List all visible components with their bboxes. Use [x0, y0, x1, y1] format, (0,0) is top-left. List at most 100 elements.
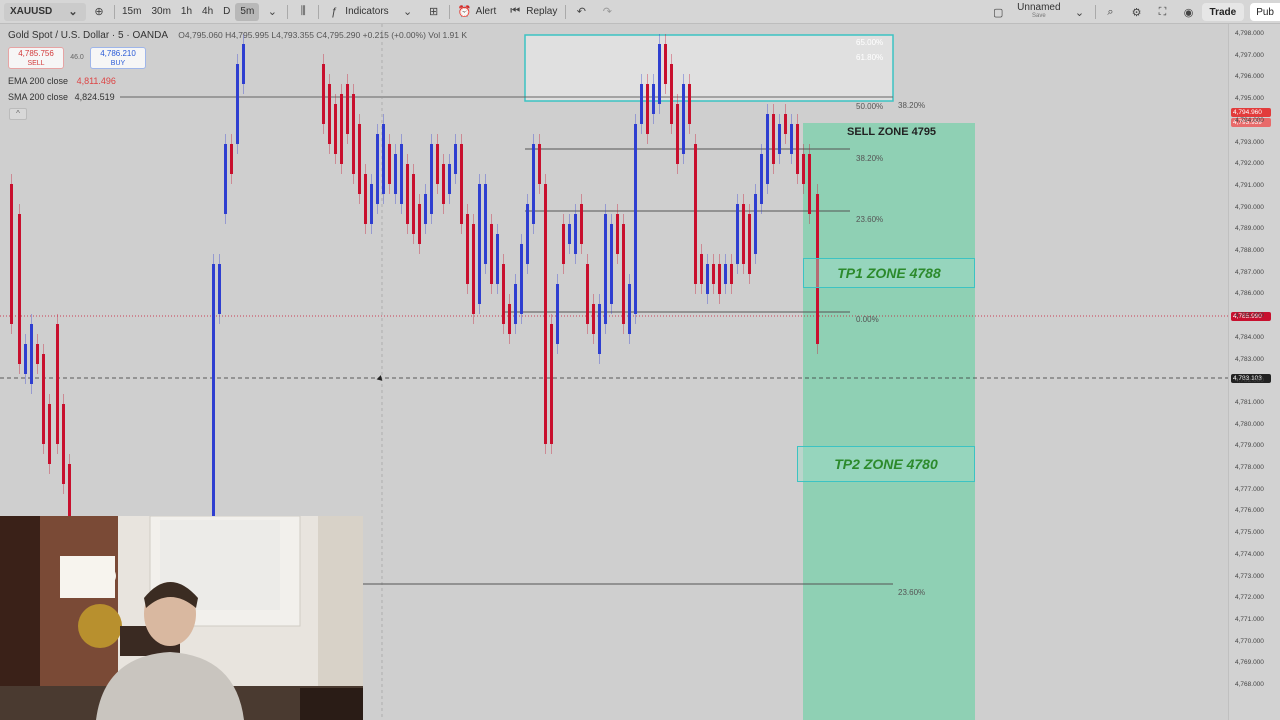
price-scale-label: 4,788.000	[1235, 247, 1264, 254]
price-scale-label: 4,779.000	[1235, 442, 1264, 450]
price-scale-label: 4,774.000	[1235, 550, 1264, 558]
chart-type-button[interactable]: ⫼	[290, 0, 316, 24]
sma-label: SMA 200 close	[8, 92, 69, 102]
ema-label: EMA 200 close	[8, 76, 69, 86]
price-scale-label: 4,784.000	[1235, 333, 1264, 341]
price-scale-label: 4,798.000	[1235, 30, 1264, 37]
sell-zone-area[interactable]	[803, 123, 975, 720]
divider	[318, 4, 320, 19]
price-scale-label: 4,772.000	[1235, 594, 1264, 602]
fib-label-618: 61.80%	[856, 53, 884, 62]
divider	[287, 4, 289, 19]
square-icon: ▢	[992, 6, 1004, 19]
snapshot-button[interactable]: ◉	[1176, 0, 1202, 24]
price-scale-label: 4,780.000	[1235, 420, 1264, 428]
chart-title: Gold Spot / U.S. Dollar · 5 · OANDA	[8, 30, 168, 41]
fullscreen-icon: ⛶	[1158, 5, 1167, 18]
replay-button[interactable]: ⏮ Replay	[502, 0, 563, 24]
rewind-icon: ⏮	[510, 5, 521, 17]
layout-toggle[interactable]: ▢	[985, 0, 1011, 24]
price-scale-label: 4,790.000	[1235, 203, 1264, 211]
buy-button[interactable]: 4,786.210 BUY	[90, 47, 146, 69]
ema-indicator[interactable]: EMA 200 close 4,811.496	[8, 76, 116, 86]
divider	[565, 4, 567, 19]
sma-indicator[interactable]: SMA 200 close 4,824.519	[8, 92, 115, 102]
fib-label-236-low: 23.60%	[898, 588, 926, 597]
sell-zone-label[interactable]: SELL ZONE 4795	[847, 126, 936, 138]
add-symbol-button[interactable]: ⊕	[86, 0, 112, 24]
undo-button[interactable]: ↶	[568, 0, 594, 24]
price-scale-label: 4,794.000	[1235, 116, 1264, 124]
timeframe-15m[interactable]: 15m	[117, 0, 146, 24]
price-scale-label: 4,795.000	[1235, 95, 1264, 103]
alert-button[interactable]: ⏰ Alert	[452, 0, 503, 24]
price-scale-label: 4,771.000	[1235, 615, 1264, 623]
price-scale-label: 4,773.000	[1235, 572, 1264, 580]
price-scale-label: 4,777.000	[1235, 485, 1264, 493]
timeframe-5m[interactable]: 5m	[235, 2, 260, 21]
ema-value: 4,811.496	[76, 76, 116, 86]
symbol-search[interactable]: XAUUSD ⌄	[4, 2, 86, 21]
webcam-overlay	[0, 516, 363, 720]
price-scale-label: 4,768.000	[1235, 681, 1264, 688]
plus-circle-icon: ⊕	[94, 6, 104, 18]
fib-label-236: 23.60%	[856, 215, 884, 224]
layouts-button[interactable]: ⊞	[421, 0, 447, 24]
chart-legend[interactable]: Gold Spot / U.S. Dollar · 5 · OANDA O4,7…	[8, 30, 467, 41]
price-scale-label: 4,775.000	[1235, 529, 1264, 537]
price-scale-label: 4,786.000	[1235, 290, 1264, 298]
trade-button[interactable]: Trade	[1201, 3, 1245, 21]
symbol-label: XAUUSD	[10, 6, 53, 17]
trading-app: XAUUSD ⌄ ⊕ 15m 30m 1h 4h D 5m ⌄ ⫼ ƒ Indi…	[0, 0, 1280, 720]
search-icon: ⌕	[1107, 5, 1114, 18]
alert-label: Alert	[475, 6, 497, 17]
sell-button[interactable]: 4,785.756 SELL	[8, 47, 64, 69]
fullscreen-button[interactable]: ⛶	[1150, 0, 1176, 24]
tp1-zone-label[interactable]: TP1 ZONE 4788	[803, 258, 975, 288]
sma-value: 4,824.519	[74, 92, 115, 102]
publish-button[interactable]: Pub	[1250, 3, 1280, 21]
fib-label-65: 65.00%	[856, 38, 884, 47]
timeframe-d[interactable]: D	[218, 0, 235, 24]
price-scale-label: 4,797.000	[1235, 51, 1264, 59]
candles-icon: ⫼	[300, 5, 306, 17]
buy-label: BUY	[110, 60, 126, 67]
timeframe-dropdown[interactable]: ⌄	[259, 0, 285, 24]
timeframe-30m[interactable]: 30m	[146, 0, 175, 24]
layout-dropdown[interactable]: ⌄	[1067, 0, 1093, 24]
sell-price: 4,785.756	[18, 49, 54, 58]
gear-icon: ⚙	[1131, 6, 1142, 19]
fib-top-box[interactable]	[524, 34, 894, 102]
fib-label-382-right: 38.20%	[898, 101, 926, 110]
chevron-down-icon: ⌄	[1074, 6, 1085, 19]
indicators-label: Indicators	[345, 6, 389, 17]
redo-button[interactable]: ↷	[594, 0, 620, 24]
collapse-legend-button[interactable]: ^	[9, 108, 27, 120]
top-toolbar: XAUUSD ⌄ ⊕ 15m 30m 1h 4h D 5m ⌄ ⫼ ƒ Indi…	[0, 0, 1280, 24]
grid-icon: ⊞	[429, 6, 439, 18]
indicators-dropdown[interactable]: ⌄	[395, 0, 421, 24]
spread-value: 46.0	[70, 54, 84, 61]
buy-sell-panel: 4,785.756 SELL 46.0 4,786.210 BUY	[8, 47, 146, 69]
quick-search-button[interactable]: ⌕	[1098, 0, 1124, 24]
sell-label: SELL	[27, 60, 45, 67]
price-scale-label: 4,793.000	[1235, 138, 1264, 146]
price-scale[interactable]: 4,794.960 4,795.959 4,785.990 4,783.103 …	[1228, 24, 1280, 720]
price-scale-label: 4,782.000	[1235, 377, 1264, 385]
price-scale-label: 4,776.000	[1235, 507, 1264, 515]
fib-label-0: 0.00%	[856, 315, 879, 324]
fib-label-382: 38.20%	[856, 154, 884, 163]
indicators-button[interactable]: ƒ Indicators	[321, 0, 394, 24]
price-scale-label: 4,785.000	[1235, 312, 1264, 320]
indicators-icon: ƒ	[331, 5, 338, 18]
divider	[448, 4, 450, 19]
alarm-clock-icon: ⏰	[457, 6, 472, 18]
replay-label: Replay	[526, 6, 558, 17]
tp2-zone-label[interactable]: TP2 ZONE 4780	[797, 446, 975, 482]
timeframe-4h[interactable]: 4h	[197, 0, 218, 24]
timeframe-1h[interactable]: 1h	[176, 0, 197, 24]
divider	[114, 4, 115, 19]
layout-name[interactable]: Unnamed Save	[1011, 0, 1066, 24]
price-scale-label: 4,787.000	[1235, 268, 1264, 276]
settings-button[interactable]: ⚙	[1124, 0, 1150, 24]
